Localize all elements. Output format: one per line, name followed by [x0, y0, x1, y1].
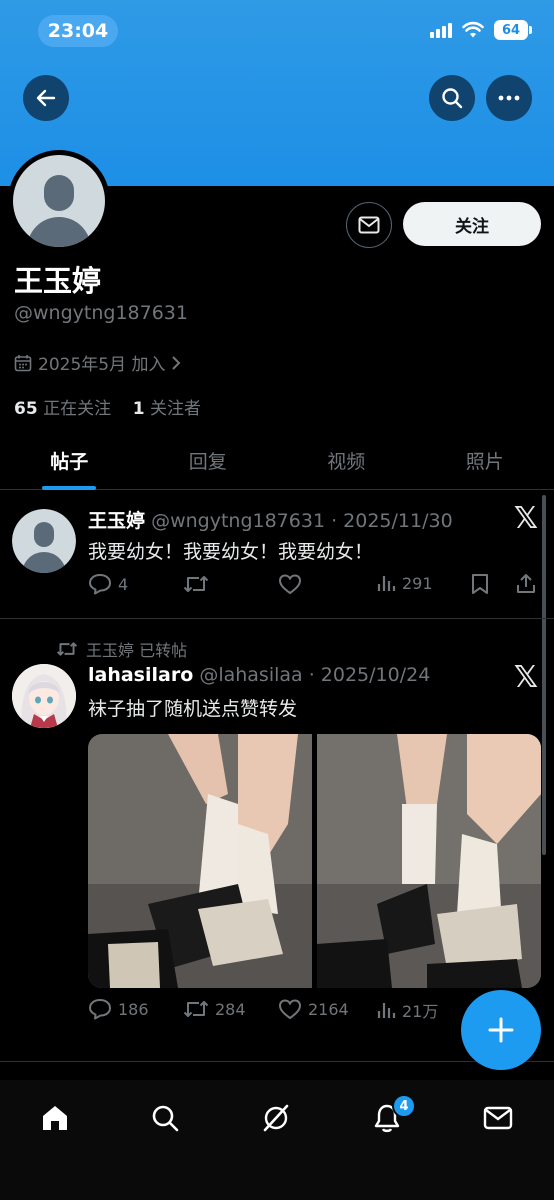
post-header: lahasilaro @lahasilaa · 2025/10/24 [88, 664, 430, 686]
post-header: 王玉婷 @wngytng187631 · 2025/11/30 [88, 506, 453, 533]
notification-badge: 4 [392, 1094, 416, 1118]
calendar-icon [14, 354, 32, 371]
search-icon [152, 1105, 179, 1132]
tab-posts[interactable]: 帖子 [0, 432, 139, 490]
tab-videos[interactable]: 视频 [277, 432, 416, 489]
post-actions: 4 291 [88, 573, 542, 603]
follow-button[interactable]: 关注 [403, 202, 541, 246]
views-icon [377, 1003, 396, 1018]
status-time: 23:04 [38, 15, 118, 47]
grok-icon [263, 1104, 289, 1132]
arrow-left-icon [36, 89, 56, 107]
retweet-count: 284 [215, 999, 246, 1019]
nav-messages[interactable] [473, 1098, 523, 1138]
default-avatar-icon [13, 155, 105, 247]
post-meta: @wngytng187631 · 2025/11/30 [151, 510, 453, 532]
following-count: 65 [14, 399, 38, 419]
x-logo-icon: 𝕏 [513, 660, 538, 695]
status-icons: 64 [430, 20, 532, 40]
profile-name: 王玉婷 [14, 264, 102, 298]
followers-link[interactable]: 1 关注者 [133, 399, 201, 419]
post-photo[interactable] [88, 734, 312, 988]
following-link[interactable]: 65 正在关注 [14, 399, 111, 419]
back-button[interactable] [23, 75, 69, 121]
joined-label: 2025年5月 加入 [38, 355, 166, 375]
retweet-button[interactable]: 284 [183, 998, 246, 1020]
nav-grok[interactable] [251, 1098, 301, 1138]
post-text: 我要幼女！我要幼女！我要幼女！ [88, 541, 374, 563]
views-count: 291 [402, 573, 433, 593]
tab-photos[interactable]: 照片 [416, 432, 554, 489]
nav-search[interactable] [140, 1098, 190, 1138]
views-button[interactable]: 291 [376, 573, 433, 593]
reply-button[interactable]: 186 [88, 998, 149, 1020]
reply-count: 186 [118, 999, 149, 1019]
default-avatar-icon [12, 509, 76, 573]
retweet-icon [56, 642, 78, 656]
wifi-icon [462, 21, 484, 38]
post-photo-image [88, 734, 312, 988]
follow-stats: 65 正在关注 1 关注者 [14, 394, 201, 419]
views-count: 21万 [402, 1002, 439, 1021]
followers-count: 1 [132, 399, 145, 419]
post-author[interactable]: lahasilaro [88, 664, 193, 686]
post-photo[interactable] [317, 734, 541, 988]
views-button[interactable]: 21万 [376, 998, 438, 1022]
profile-tabs: 帖子 回复 视频 照片 [0, 432, 554, 490]
following-label: 正在关注 [43, 399, 112, 419]
reply-icon [89, 574, 111, 595]
status-bar: 23:04 64 [0, 0, 554, 62]
more-button[interactable] [486, 75, 532, 121]
retweeted-indicator: 王玉婷 已转帖 [56, 637, 187, 661]
like-button[interactable]: 2164 [278, 998, 349, 1020]
anime-avatar-image [12, 664, 76, 728]
joined-date[interactable]: 2025年5月 加入 [14, 350, 181, 375]
bottom-navigation [0, 1080, 554, 1200]
retweeted-label: 王玉婷 已转帖 [86, 641, 188, 660]
post-photo-image [317, 734, 541, 988]
post-author[interactable]: 王玉婷 [88, 510, 145, 532]
bookmark-icon [472, 574, 488, 594]
x-logo-icon: 𝕏 [513, 501, 538, 536]
post-avatar[interactable] [12, 664, 76, 728]
compose-post-button[interactable] [461, 990, 541, 1070]
share-button[interactable] [515, 573, 537, 595]
mail-icon [358, 216, 380, 234]
tab-replies[interactable]: 回复 [139, 432, 278, 489]
like-button[interactable] [278, 573, 302, 595]
profile-handle: @wngytng187631 [14, 302, 188, 324]
search-button[interactable] [429, 75, 475, 121]
profile-avatar[interactable] [8, 150, 110, 252]
post-avatar[interactable] [12, 509, 76, 573]
bookmark-button[interactable] [471, 573, 489, 595]
reply-count: 4 [118, 574, 129, 594]
battery-indicator: 64 [494, 20, 532, 40]
message-button[interactable] [346, 202, 392, 248]
reply-button[interactable]: 4 [88, 573, 128, 595]
chevron-right-icon [172, 355, 181, 370]
like-count: 2164 [308, 999, 349, 1019]
post-item[interactable]: 王玉婷 @wngytng187631 · 2025/11/30 𝕏 我要幼女！我… [0, 491, 554, 619]
heart-icon [278, 574, 302, 595]
home-icon [43, 1106, 67, 1130]
plus-icon [488, 1017, 514, 1043]
heart-icon [278, 999, 302, 1020]
nav-home[interactable] [30, 1098, 80, 1138]
cellular-signal-icon [430, 22, 452, 38]
share-icon [517, 574, 535, 593]
reply-icon [89, 999, 111, 1020]
post-meta: @lahasilaa · 2025/10/24 [199, 664, 431, 686]
retweet-icon [183, 1001, 209, 1017]
more-icon [498, 95, 520, 101]
followers-label: 关注者 [149, 399, 201, 419]
mail-icon [483, 1106, 513, 1130]
views-icon [377, 576, 396, 591]
post-text: 袜子抽了随机送点赞转发 [88, 698, 298, 720]
search-icon [442, 88, 463, 109]
retweet-icon [183, 576, 209, 592]
retweet-button[interactable] [183, 573, 209, 595]
